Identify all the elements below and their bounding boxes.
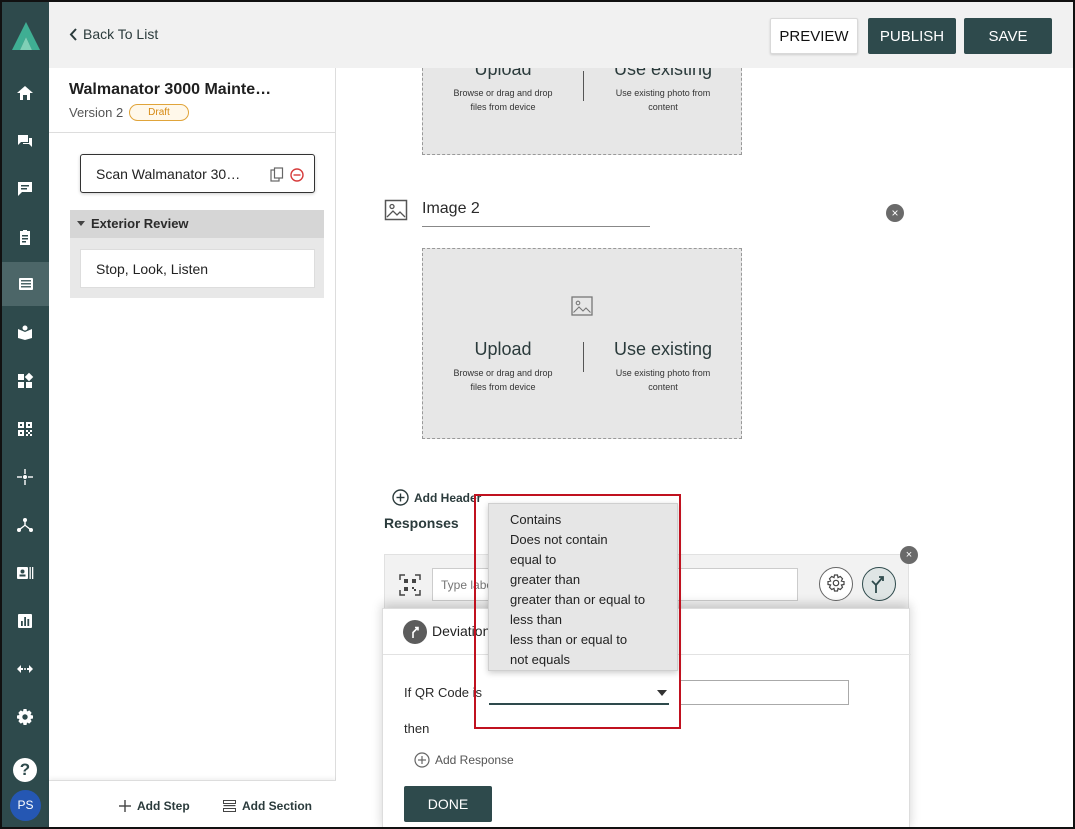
condition-value-input[interactable]	[679, 680, 849, 705]
version-label: Version 2	[69, 105, 124, 120]
plus-icon	[119, 800, 131, 812]
menu-item-less-than[interactable]: less than	[489, 610, 677, 630]
app-window: ? PS Back To List PREVIEW PUBLISH SAVE W…	[0, 0, 1075, 829]
save-button[interactable]: SAVE	[964, 18, 1052, 54]
gear-icon	[827, 574, 845, 592]
top-bar: Back To List PREVIEW PUBLISH SAVE	[49, 2, 1073, 68]
use-existing-title: Use existing	[613, 68, 713, 79]
back-to-list-link[interactable]: Back To List	[69, 26, 158, 42]
menu-item-greater-than-or-equal[interactable]: greater than or equal to	[489, 590, 677, 610]
add-response-button[interactable]: Add Response	[414, 752, 514, 768]
qr-code-icon[interactable]	[14, 418, 36, 440]
caret-down-icon	[77, 221, 85, 226]
nav-rail: ? PS	[2, 2, 49, 827]
use-existing-option[interactable]: Use existing Use existing photo from cont…	[593, 68, 733, 114]
remove-icon[interactable]	[290, 168, 304, 182]
copy-icon[interactable]	[270, 167, 284, 182]
operator-select[interactable]	[489, 683, 669, 705]
use-existing-title: Use existing	[613, 339, 713, 359]
deviation-icon	[403, 620, 427, 644]
add-section-label: Add Section	[242, 799, 313, 813]
upload-subtext: Browse or drag and drop files from device	[453, 88, 553, 112]
menu-item-does-not-contain[interactable]: Does not contain	[489, 530, 677, 550]
add-header-label: Add Header	[414, 490, 482, 505]
menu-item-equal-to[interactable]: equal to	[489, 550, 677, 570]
upload-option[interactable]: Upload Browse or drag and drop files from…	[433, 339, 573, 394]
add-step-label: Add Step	[137, 799, 190, 813]
contacts-icon[interactable]	[14, 562, 36, 584]
plus-circle-icon	[414, 752, 430, 768]
use-existing-subtext: Use existing photo from content	[615, 88, 711, 112]
integrations-icon[interactable]	[14, 658, 36, 680]
response-settings-button[interactable]	[819, 567, 853, 601]
image-name-field[interactable]: Image 2	[422, 200, 650, 227]
analytics-icon[interactable]	[14, 610, 36, 632]
procedures-icon[interactable]	[2, 262, 49, 306]
image-icon	[384, 199, 408, 221]
help-icon[interactable]: ?	[13, 758, 37, 782]
chevron-left-icon	[69, 27, 77, 41]
outline-footer: Add Step Add Section	[49, 780, 336, 827]
add-response-label: Add Response	[435, 753, 514, 767]
section-header[interactable]: Exterior Review	[70, 210, 324, 238]
menu-item-less-than-or-equal[interactable]: less than or equal to	[489, 630, 677, 650]
remove-image-icon[interactable]: ×	[886, 204, 904, 222]
option-separator	[583, 71, 584, 101]
home-icon[interactable]	[14, 82, 36, 104]
use-existing-option[interactable]: Use existing Use existing photo from cont…	[593, 339, 733, 394]
upload-title: Upload	[474, 68, 532, 79]
qr-scan-icon	[399, 574, 421, 596]
step-label: Scan Walmanator 30…	[96, 166, 241, 182]
hierarchy-icon[interactable]	[14, 514, 36, 536]
image-placeholder-icon	[571, 296, 593, 316]
menu-item-not-equals[interactable]: not equals	[489, 650, 677, 670]
responses-heading: Responses	[384, 515, 459, 531]
use-existing-subtext: Use existing photo from content	[615, 368, 711, 392]
feedback-icon[interactable]	[14, 178, 36, 200]
settings-icon[interactable]	[14, 706, 36, 728]
step-editor: Upload Browse or drag and drop files from…	[336, 68, 1073, 827]
back-label: Back To List	[83, 26, 159, 42]
brand-logo-icon[interactable]	[10, 20, 42, 52]
publish-button[interactable]: PUBLISH	[868, 18, 956, 54]
upload-option[interactable]: Upload Browse or drag and drop files from…	[433, 68, 573, 114]
procedure-title: Walmanator 3000 Mainte…	[69, 81, 272, 98]
menu-item-contains[interactable]: Contains	[489, 510, 677, 530]
upload-title: Upload	[474, 339, 532, 359]
preview-button[interactable]: PREVIEW	[770, 18, 858, 54]
upload-subtext: Browse or drag and drop files from device	[453, 368, 553, 392]
deviation-branch-button[interactable]	[862, 567, 896, 601]
procedure-outline: Walmanator 3000 Mainte… Version 2 Draft …	[49, 68, 336, 827]
remove-response-icon[interactable]: ×	[900, 546, 918, 564]
section-title: Exterior Review	[91, 216, 189, 231]
step-card[interactable]: Stop, Look, Listen	[80, 249, 315, 288]
plus-circle-icon	[392, 489, 409, 506]
add-step-button[interactable]: Add Step	[119, 799, 190, 813]
sparkle-icon[interactable]	[14, 466, 36, 488]
operator-dropdown-menu: Contains Does not contain equal to great…	[488, 503, 678, 671]
then-label: then	[404, 721, 430, 736]
menu-item-greater-than[interactable]: greater than	[489, 570, 677, 590]
divider	[49, 132, 336, 133]
add-header-button[interactable]: Add Header	[392, 489, 481, 506]
done-button[interactable]: DONE	[404, 786, 492, 822]
section-group: Exterior Review Stop, Look, Listen	[70, 210, 324, 298]
avatar[interactable]: PS	[10, 790, 41, 821]
branch-icon	[871, 576, 884, 593]
clipboard-icon[interactable]	[14, 226, 36, 248]
add-section-button[interactable]: Add Section	[223, 799, 312, 813]
dashboard-icon[interactable]	[14, 370, 36, 392]
option-separator	[583, 342, 584, 372]
section-list-icon	[223, 800, 236, 812]
condition-label: If QR Code is	[404, 685, 483, 700]
chat-icon[interactable]	[14, 130, 36, 152]
image-upload-box-2[interactable]: Upload Browse or drag and drop files from…	[422, 248, 742, 439]
deviation-title: Deviation	[432, 623, 491, 639]
caret-down-icon	[657, 690, 667, 696]
step-card-active[interactable]: Scan Walmanator 30…	[80, 154, 315, 193]
book-icon[interactable]	[14, 322, 36, 344]
image-upload-box-1[interactable]: Upload Browse or drag and drop files from…	[422, 68, 742, 155]
status-badge: Draft	[129, 104, 189, 121]
